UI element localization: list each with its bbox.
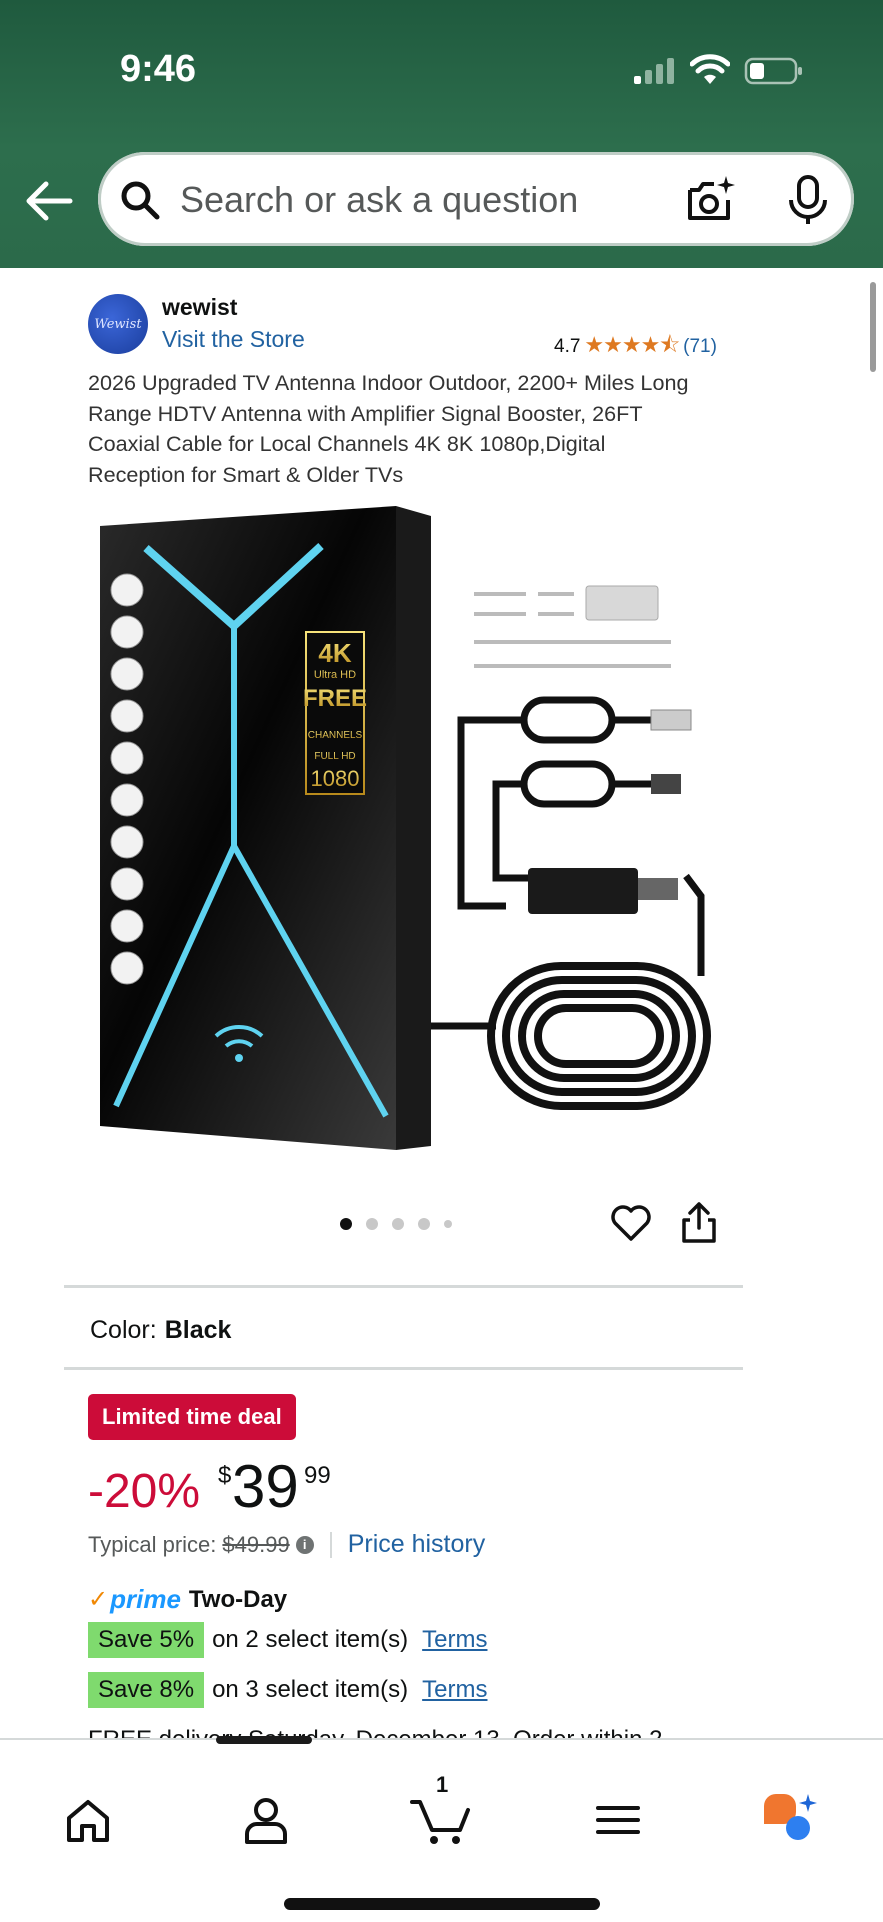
home-indicator: [284, 1898, 600, 1910]
product-image[interactable]: 4K Ultra HD FREE CHANNELS FULL HD 1080: [96, 506, 716, 1156]
image-carousel-dots[interactable]: [340, 1218, 452, 1230]
price-currency: $: [218, 1462, 232, 1489]
terms-link[interactable]: Terms: [422, 1626, 487, 1654]
share-icon[interactable]: [680, 1200, 718, 1244]
typical-price-label: Typical price:: [88, 1531, 217, 1557]
badge-1080: 1080: [311, 766, 360, 791]
home-icon[interactable]: [64, 1794, 112, 1846]
cellular-signal-icon: [634, 58, 674, 84]
star-rating-icon: ★★★★⯪: [584, 332, 680, 357]
cart-count: 1: [436, 1772, 449, 1797]
badge-free: FREE: [303, 685, 367, 712]
price-fraction: 99: [304, 1462, 331, 1489]
save-text: on 3 select item(s): [212, 1676, 409, 1703]
microphone-icon[interactable]: [786, 174, 830, 226]
search-placeholder[interactable]: Search or ask a question: [180, 179, 578, 221]
limited-deal-badge: Limited time deal: [88, 1394, 296, 1440]
battery-icon: [744, 57, 802, 85]
rating-summary[interactable]: 4.7 ★★★★⯪ (71): [554, 328, 717, 366]
rufus-assistant-icon[interactable]: [760, 1794, 820, 1846]
status-time: 9:46: [120, 48, 197, 90]
badge-channels: CHANNELS: [308, 730, 363, 741]
color-value: Black: [164, 1316, 232, 1344]
color-label: Color:: [90, 1316, 157, 1344]
prime-speed: Two-Day: [188, 1585, 288, 1613]
divider: [64, 1367, 743, 1370]
scrollbar[interactable]: [870, 282, 876, 372]
carousel-dot[interactable]: [366, 1218, 378, 1230]
save-tag: Save 8%: [88, 1672, 205, 1708]
prime-check-icon: ✓: [88, 1586, 109, 1613]
terms-link[interactable]: Terms: [422, 1676, 487, 1704]
save-offer-row: Save 8% on 3 select item(s) Terms: [88, 1672, 487, 1708]
camera-search-icon[interactable]: [684, 174, 736, 226]
review-count[interactable]: (71): [683, 336, 717, 358]
bottom-nav: 1: [0, 1736, 883, 1922]
brand-name: wewist: [162, 294, 238, 320]
badge-full-hd: FULL HD: [314, 751, 355, 762]
badge-4k: 4K: [318, 638, 351, 668]
cart-icon[interactable]: [410, 1794, 474, 1846]
product-title: 2026 Upgraded TV Antenna Indoor Outdoor,…: [88, 370, 689, 487]
typical-price-value: $49.99: [222, 1531, 290, 1557]
prime-badge: ✓ prime Two-Day: [88, 1584, 287, 1615]
active-tab-indicator: [216, 1736, 312, 1744]
wifi-icon: [690, 54, 730, 84]
save-offer-row: Save 5% on 2 select item(s) Terms: [88, 1622, 487, 1658]
search-icon: [121, 181, 160, 220]
carousel-dot[interactable]: [418, 1218, 430, 1230]
rating-value: 4.7: [554, 336, 581, 357]
color-selector[interactable]: Color: Black: [90, 1316, 231, 1345]
brand-logo[interactable]: Wewist: [88, 294, 148, 354]
save-tag: Save 5%: [88, 1622, 205, 1658]
typical-price: Typical price: $49.99 i Price history: [88, 1530, 485, 1559]
divider: [64, 1285, 743, 1288]
back-arrow-icon[interactable]: [22, 176, 74, 226]
search-bar[interactable]: Search or ask a question: [98, 152, 854, 246]
discount-percent: -20%: [88, 1465, 201, 1518]
account-icon[interactable]: [242, 1794, 290, 1846]
carousel-dot[interactable]: [444, 1220, 452, 1228]
carousel-dot-active[interactable]: [340, 1218, 352, 1230]
menu-icon[interactable]: [594, 1794, 642, 1846]
heart-icon[interactable]: [610, 1202, 652, 1242]
visit-store-link[interactable]: Visit the Store: [162, 326, 305, 353]
price-whole: 39: [232, 1453, 299, 1520]
brand-logo-text: Wewist: [94, 316, 142, 332]
header-bar: 9:46 Search or ask a question: [0, 0, 883, 268]
badge-ultra-hd: Ultra HD: [314, 669, 356, 681]
save-text: on 2 select item(s): [212, 1626, 409, 1653]
carousel-dot[interactable]: [392, 1218, 404, 1230]
price-history-link[interactable]: Price history: [348, 1530, 486, 1559]
prime-logo: prime: [110, 1584, 181, 1614]
divider: [329, 1531, 332, 1558]
info-icon[interactable]: i: [295, 1535, 314, 1554]
